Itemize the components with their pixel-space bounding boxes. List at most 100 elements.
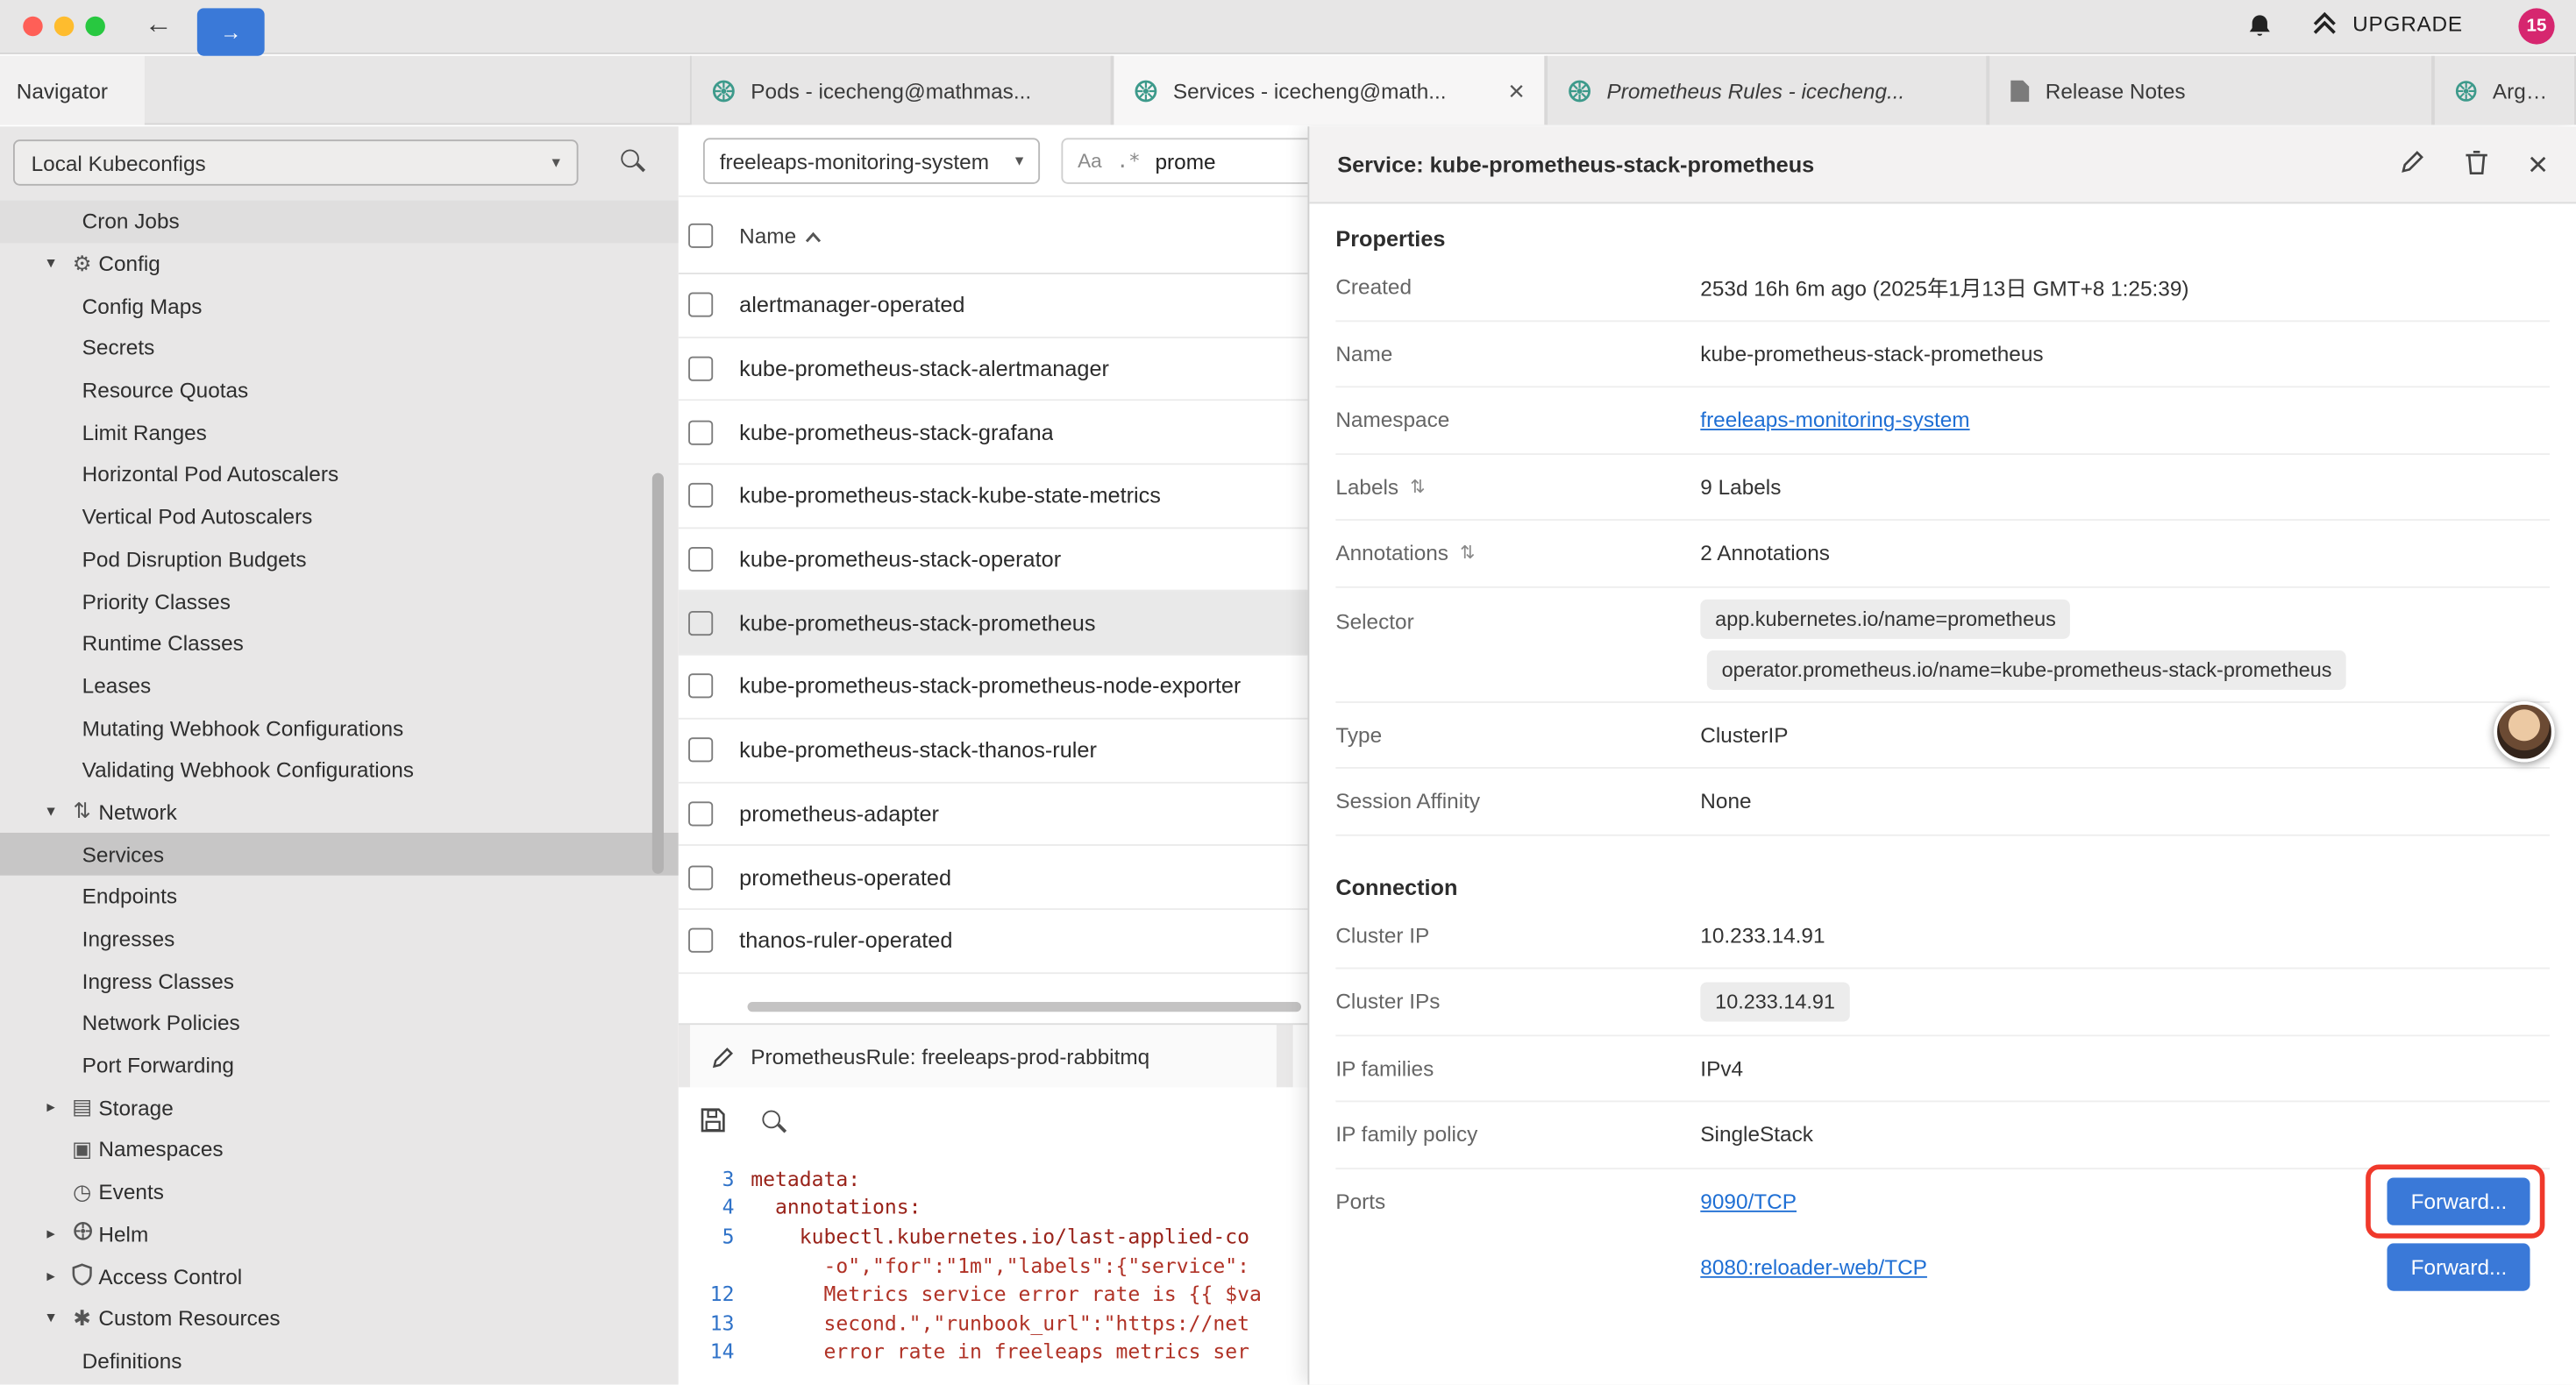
sidebar-item-storage[interactable]: ▸▤Storage [0,1086,679,1128]
sidebar-item-cron-jobs[interactable]: Cron Jobs [0,201,679,243]
detail-row-cluster-ips: Cluster IPs 10.233.14.91 [1335,969,2550,1035]
services-list-panel: freeleaps-monitoring-system ▾ Aa .* prom… [679,126,1308,1384]
sidebar-item-network[interactable]: ▾⇅Network [0,791,679,833]
sidebar-item-access-control[interactable]: ▸Access Control [0,1255,679,1297]
sidebar-item-limit-ranges[interactable]: Limit Ranges [0,411,679,453]
table-row[interactable]: kube-prometheus-stack-prometheus-node-ex… [679,656,1308,719]
forward-arrow-icon[interactable]: → [197,8,265,55]
tab-argo[interactable]: Argo S [2433,56,2576,125]
sidebar-item-helm[interactable]: ▸Helm [0,1213,679,1255]
forward-button[interactable]: Forward... [2387,1177,2530,1225]
editor-line: 12 Metrics service error rate is {{ $va [679,1280,1308,1309]
namespace-link[interactable]: freeleaps-monitoring-system [1700,408,1969,432]
name-column-header[interactable]: Name [739,223,822,247]
row-checkbox[interactable] [688,420,713,444]
window-close-button[interactable] [23,17,42,36]
notifications-bell-icon[interactable] [2245,11,2274,46]
window-zoom-button[interactable] [85,17,104,36]
sidebar-item-endpoints[interactable]: Endpoints [0,876,679,918]
forward-button[interactable]: Forward... [2387,1242,2530,1289]
table-row-selected[interactable]: kube-prometheus-stack-prometheus [679,592,1308,655]
search-value: prome [1155,149,1215,174]
sidebar-item-config-maps[interactable]: Config Maps [0,285,679,327]
window-minimize-button[interactable] [54,17,74,36]
services-table: alertmanager-operated kube-prometheus-st… [679,274,1308,973]
table-row[interactable]: kube-prometheus-stack-operator [679,529,1308,592]
horizontal-scrollbar[interactable] [748,1002,1301,1012]
table-row[interactable]: kube-prometheus-stack-alertmanager [679,337,1308,401]
sidebar-item-priority-classes[interactable]: Priority Classes [0,580,679,622]
table-row[interactable]: kube-prometheus-stack-thanos-ruler [679,719,1308,782]
sidebar-item-namespaces[interactable]: ▣Namespaces [0,1128,679,1170]
upgrade-label: UPGRADE [2352,11,2463,35]
expand-icon[interactable]: ⇅ [1410,476,1425,497]
row-checkbox[interactable] [688,611,713,636]
sidebar-item-definitions[interactable]: Definitions [0,1339,679,1381]
regex-icon[interactable]: .* [1117,150,1141,173]
tab-pods[interactable]: Pods - icecheng@mathmas... [690,56,1113,125]
sidebar-item-mutating-webhook-configurations[interactable]: Mutating Webhook Configurations [0,707,679,749]
row-checkbox[interactable] [688,674,713,699]
table-row[interactable]: thanos-ruler-operated [679,910,1308,973]
tab-services[interactable]: Services - icecheng@math... × [1113,56,1547,125]
upgrade-icon [2309,10,2339,36]
sidebar-item-ingresses[interactable]: Ingresses [0,918,679,960]
close-tab-icon[interactable]: × [1508,76,1525,104]
editor-search-icon[interactable] [762,1110,786,1134]
tab-release-notes[interactable]: Release Notes [1988,56,2433,125]
port-link[interactable]: 8080:reloader-web/TCP [1700,1255,1927,1280]
config-gear-icon: ⚙ [66,251,98,277]
sidebar-item-runtime-classes[interactable]: Runtime Classes [0,622,679,664]
sidebar-item-horizontal-pod-autoscalers[interactable]: Horizontal Pod Autoscalers [0,453,679,495]
search-input[interactable]: Aa .* prome [1061,138,1307,183]
select-all-checkbox[interactable] [688,223,713,247]
row-checkbox[interactable] [688,865,713,890]
table-row[interactable]: prometheus-operated [679,846,1308,909]
sidebar-item-resource-quotas[interactable]: Resource Quotas [0,369,679,411]
sidebar-scrollbar[interactable] [652,473,664,874]
dock-tab-strip: PrometheusRule: freeleaps-prod-rabbitmq [679,1023,1308,1087]
close-drawer-icon[interactable]: × [2528,147,2548,181]
sidebar-item-leases[interactable]: Leases [0,664,679,707]
sidebar-item-validating-webhook-configurations[interactable]: Validating Webhook Configurations [0,749,679,791]
sidebar-item-vertical-pod-autoscalers[interactable]: Vertical Pod Autoscalers [0,496,679,538]
match-case-icon[interactable]: Aa [1078,150,1102,173]
table-row[interactable]: alertmanager-operated [679,274,1308,337]
dock-tab-partial[interactable] [1293,1025,1308,1089]
table-row[interactable]: prometheus-adapter [679,783,1308,846]
row-checkbox[interactable] [688,293,713,317]
row-checkbox[interactable] [688,928,713,953]
yaml-editor[interactable]: 3metadata: 4 annotations: 5 kubectl.kube… [679,1156,1308,1384]
table-row[interactable]: kube-prometheus-stack-grafana [679,401,1308,465]
notification-count-badge[interactable]: 15 [2518,8,2554,44]
sidebar-item-services[interactable]: Services [0,834,679,876]
table-row[interactable]: kube-prometheus-stack-kube-state-metrics [679,465,1308,528]
sidebar-item-custom-resources[interactable]: ▾✱Custom Resources [0,1297,679,1339]
namespace-filter-select[interactable]: freeleaps-monitoring-system ▾ [703,138,1040,183]
user-avatar[interactable] [2494,701,2554,762]
port-link[interactable]: 9090/TCP [1700,1190,1797,1214]
sidebar-item-config[interactable]: ▾⚙Config [0,243,679,285]
sidebar-item-secrets[interactable]: Secrets [0,327,679,369]
expand-icon[interactable]: ⇅ [1460,543,1475,564]
back-arrow-icon[interactable]: ← [145,8,173,40]
upgrade-button[interactable]: UPGRADE [2309,10,2462,36]
row-checkbox[interactable] [688,738,713,763]
row-checkbox[interactable] [688,547,713,572]
sidebar-search-icon[interactable] [621,150,645,174]
delete-trash-icon[interactable] [2464,149,2488,181]
sidebar-item-ingress-classes[interactable]: Ingress Classes [0,960,679,1002]
sidebar-item-pod-disruption-budgets[interactable]: Pod Disruption Budgets [0,538,679,580]
edit-pencil-icon[interactable] [2400,150,2424,180]
row-checkbox[interactable] [688,801,713,826]
tab-prometheus-rules[interactable]: Prometheus Rules - icecheng... [1546,56,1988,125]
row-checkbox[interactable] [688,484,713,508]
sidebar-item-network-policies[interactable]: Network Policies [0,1002,679,1044]
kubeconfig-select[interactable]: Local Kubeconfigs ▾ [13,139,579,185]
navigator-panel-header: Navigator [0,56,145,125]
dock-tab-prometheusrule[interactable]: PrometheusRule: freeleaps-prod-rabbitmq [690,1025,1277,1089]
save-icon[interactable] [700,1106,726,1138]
sidebar-item-port-forwarding[interactable]: Port Forwarding [0,1044,679,1086]
row-checkbox[interactable] [688,357,713,381]
sidebar-item-events[interactable]: ◷Events [0,1171,679,1213]
